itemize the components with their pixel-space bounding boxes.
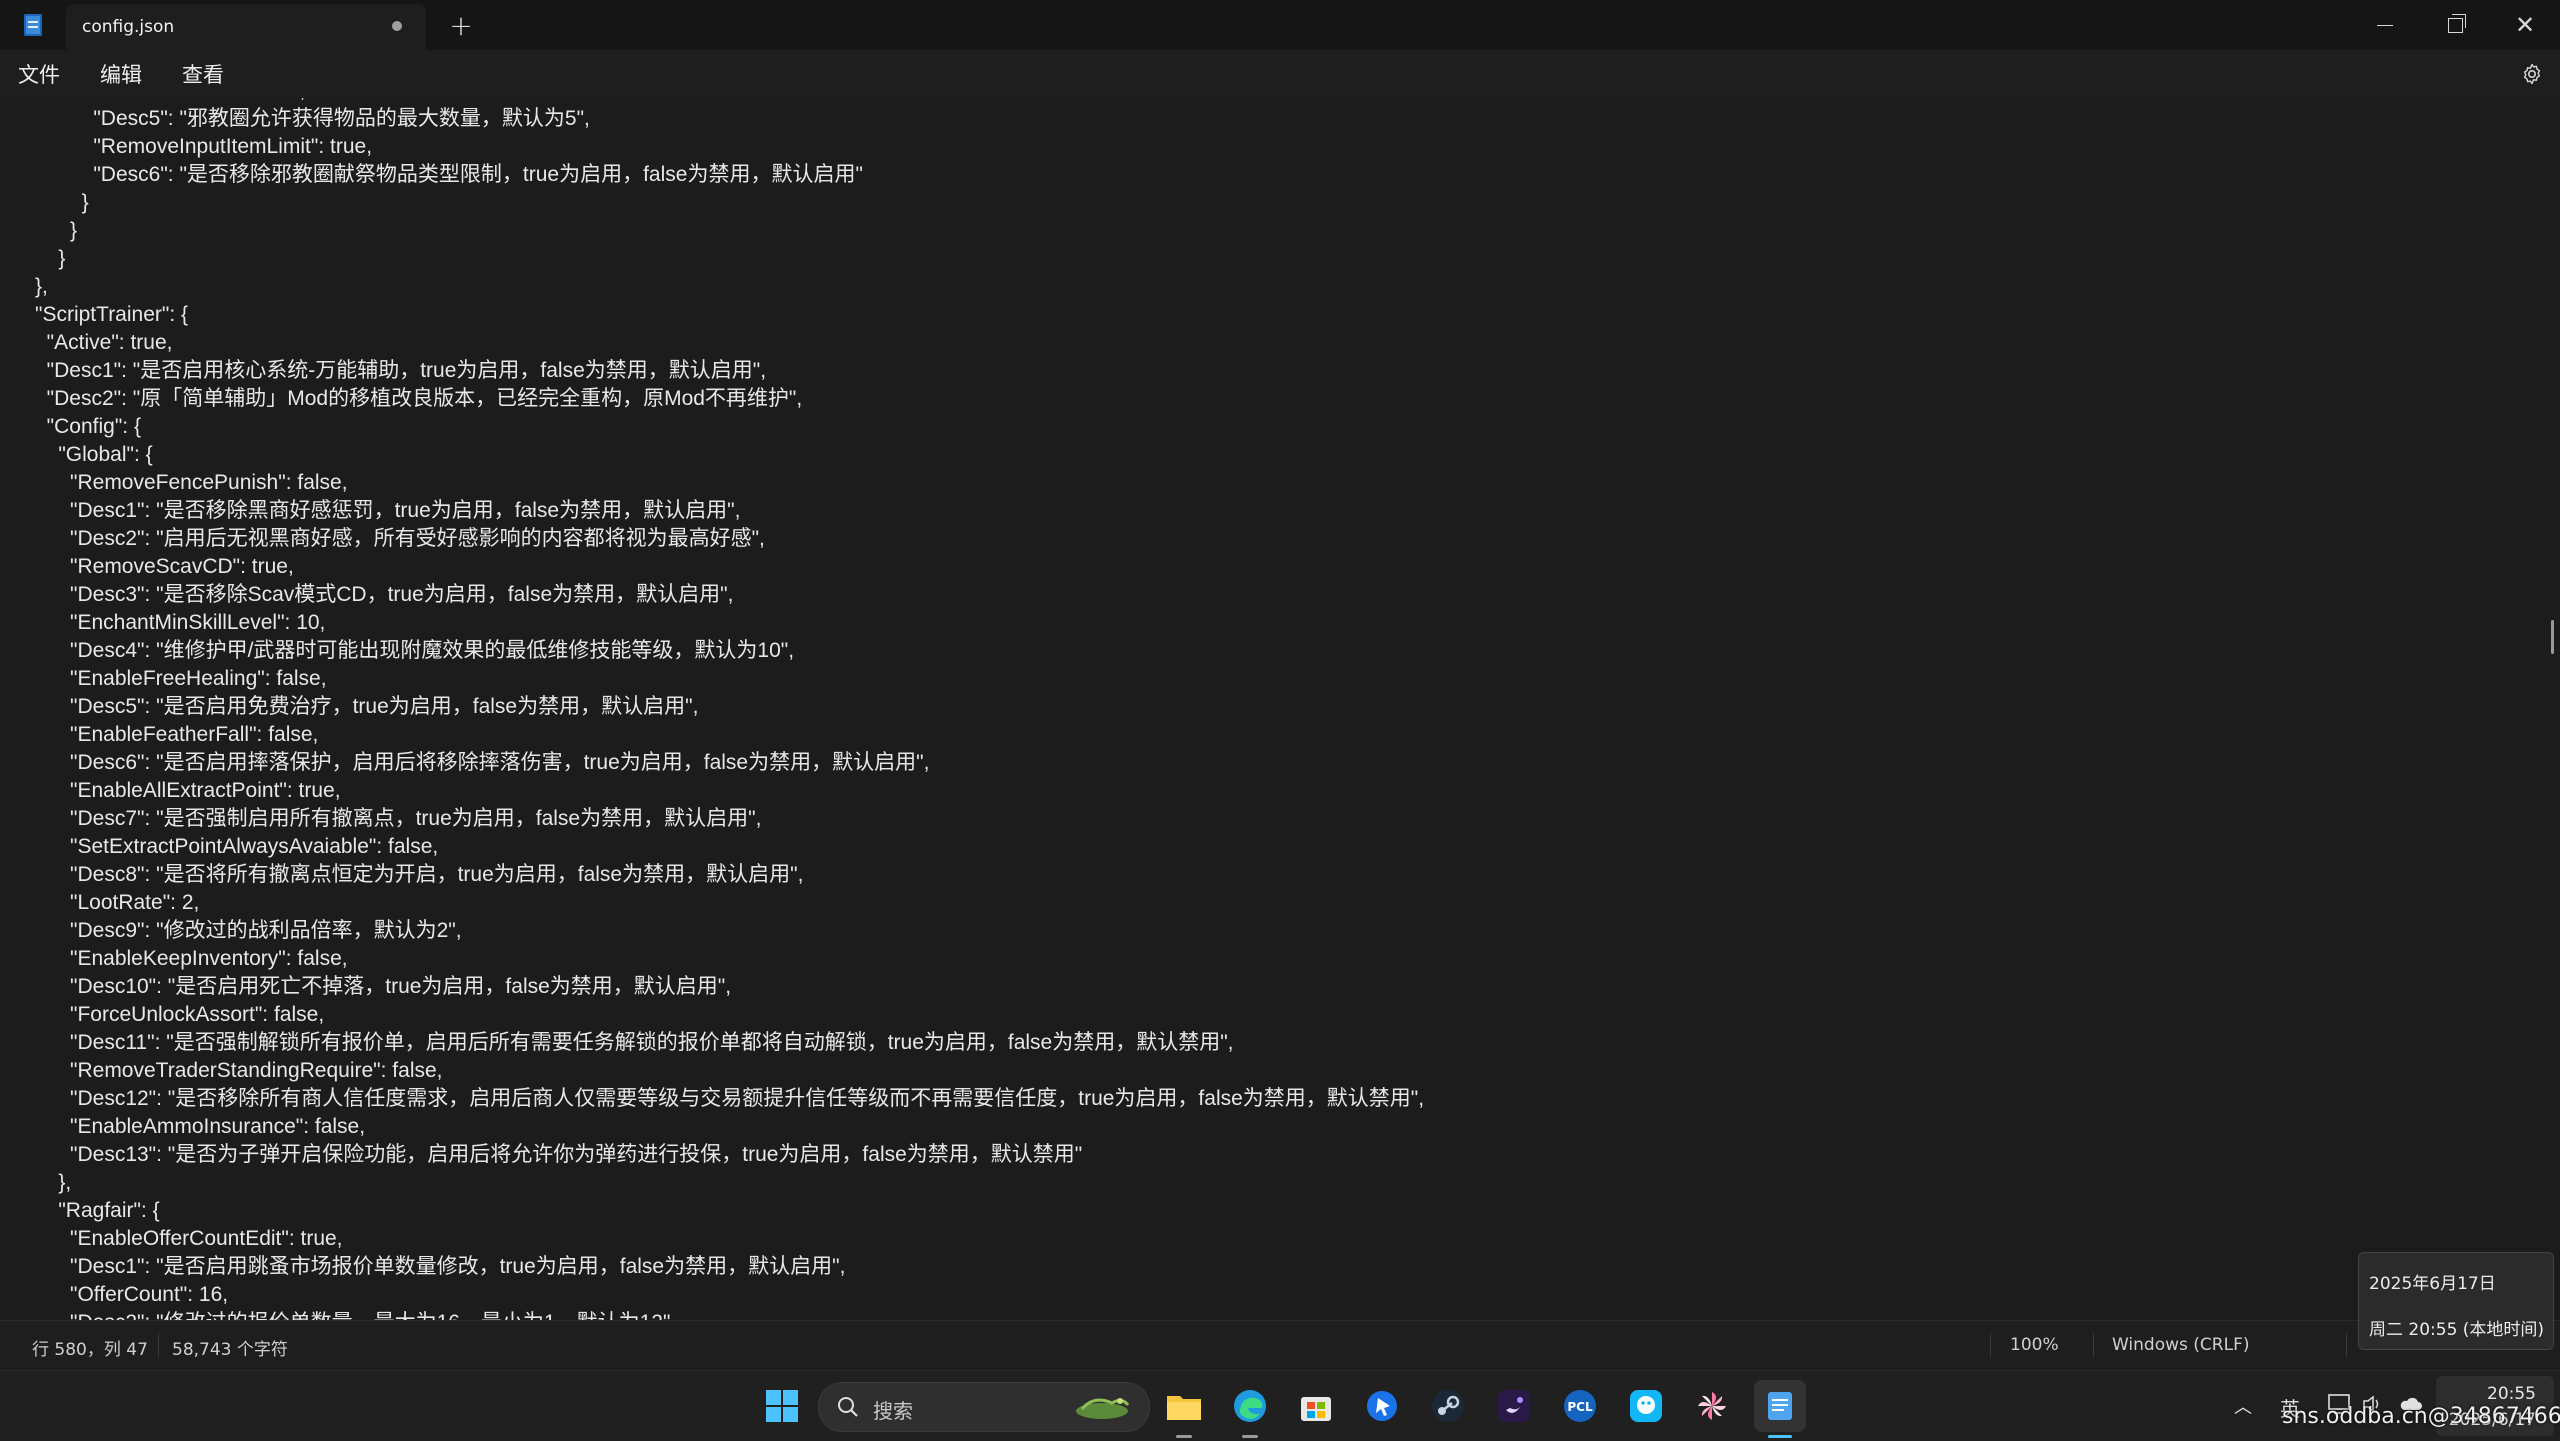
- code-line[interactable]: "Desc7": "是否强制启用所有撤离点，true为启用，false为禁用，默…: [0, 805, 1424, 833]
- code-line[interactable]: "SetExtractPointAlwaysAvaiable": false,: [0, 833, 1424, 861]
- code-content[interactable]: "MaxRewardCount": 0, "Desc5": "邪教圈允许获得物品…: [0, 98, 1424, 1320]
- code-line[interactable]: "Active": true,: [0, 329, 1424, 357]
- code-line[interactable]: "Desc1": "是否启用核心系统-万能辅助，true为启用，false为禁用…: [0, 357, 1424, 385]
- code-line[interactable]: "EnchantMinSkillLevel": 10,: [0, 609, 1424, 637]
- watermark-text: sns.oddba.cn@3486746613: [2282, 1404, 2560, 1429]
- title-bar: config.json + ✕: [0, 0, 2560, 50]
- minimize-button[interactable]: [2350, 0, 2420, 50]
- restore-button[interactable]: [2420, 0, 2490, 50]
- status-bar: 行 580，列 47 58,743 个字符 100% Windows (CRLF…: [0, 1320, 2560, 1371]
- code-line[interactable]: "Desc6": "是否启用摔落保护，启用后将移除摔落伤害，true为启用，fa…: [0, 749, 1424, 777]
- clock-time: 20:55: [2487, 1384, 2536, 1404]
- code-line[interactable]: "Desc10": "是否启用死亡不掉落，true为启用，false为禁用，默认…: [0, 973, 1424, 1001]
- code-line[interactable]: "Desc11": "是否强制解锁所有报价单，启用后所有需要任务解锁的报价单都将…: [0, 1029, 1424, 1057]
- code-line[interactable]: "EnableAllExtractPoint": true,: [0, 777, 1424, 805]
- search-placeholder: 搜索: [873, 1399, 913, 1423]
- code-line[interactable]: "Desc9": "修改过的战利品倍率，默认为2",: [0, 917, 1424, 945]
- code-line[interactable]: "RemoveTraderStandingRequire": false,: [0, 1057, 1424, 1085]
- menu-bar: 文件 编辑 查看: [0, 50, 2560, 98]
- code-line[interactable]: "Desc5": "邪教圈允许获得物品的最大数量，默认为5",: [0, 105, 1424, 133]
- search-highlight-icon: [1076, 1398, 1130, 1419]
- code-line[interactable]: "Desc1": "是否启用跳蚤市场报价单数量修改，true为启用，false为…: [0, 1253, 1424, 1281]
- code-line[interactable]: "Desc4": "维修护甲/武器时可能出现附魔效果的最低维修技能等级，默认为1…: [0, 637, 1424, 665]
- menu-edit[interactable]: 编辑: [80, 59, 162, 89]
- vertical-scrollbar[interactable]: [2551, 620, 2554, 654]
- notepad-icon: [0, 0, 66, 50]
- close-icon: ✕: [2514, 11, 2536, 39]
- code-line[interactable]: "Desc8": "是否将所有撤离点恒定为开启，true为启用，false为禁用…: [0, 861, 1424, 889]
- gear-icon[interactable]: [2520, 62, 2544, 86]
- code-line[interactable]: "MaxRewardCount": 0,: [0, 98, 1424, 105]
- taskbar-search[interactable]: 搜索: [818, 1382, 1150, 1432]
- code-line[interactable]: "LootRate": 2,: [0, 889, 1424, 917]
- code-line[interactable]: "Desc3": "是否移除Scav模式CD，true为启用，false为禁用，…: [0, 581, 1424, 609]
- store-icon[interactable]: [1296, 1386, 1336, 1426]
- pcl-icon[interactable]: PCL: [1560, 1386, 1600, 1426]
- zoom-level[interactable]: 100%: [2010, 1335, 2059, 1355]
- menu-file[interactable]: 文件: [0, 59, 80, 89]
- code-line[interactable]: "EnableKeepInventory": false,: [0, 945, 1424, 973]
- notepad-taskbar-icon[interactable]: [1754, 1380, 1806, 1432]
- pinwheel-icon[interactable]: [1692, 1386, 1732, 1426]
- code-line[interactable]: "EnableFeatherFall": false,: [0, 721, 1424, 749]
- new-tab-button[interactable]: +: [426, 0, 496, 50]
- start-icon[interactable]: [762, 1386, 802, 1426]
- code-line[interactable]: }: [0, 217, 1424, 245]
- code-line[interactable]: "Desc1": "是否移除黑商好感惩罚，true为启用，false为禁用，默认…: [0, 497, 1424, 525]
- code-line[interactable]: "EnableOfferCountEdit": true,: [0, 1225, 1424, 1253]
- code-line[interactable]: "Desc5": "是否启用免费治疗，true为启用，false为禁用，默认启用…: [0, 693, 1424, 721]
- cursor-position: 行 580，列 47: [32, 1340, 148, 1360]
- code-line[interactable]: },: [0, 273, 1424, 301]
- tab-title: config.json: [82, 17, 175, 37]
- search-icon: [838, 1397, 858, 1417]
- char-count: 58,743 个字符: [172, 1340, 288, 1360]
- code-line[interactable]: "EnableAmmoInsurance": false,: [0, 1113, 1424, 1141]
- chevron-up-icon[interactable]: ︿: [2234, 1393, 2252, 1419]
- code-line[interactable]: "Desc6": "是否移除邪教圈献祭物品类型限制，true为启用，false为…: [0, 161, 1424, 189]
- tooltip-date: 2025年6月17日: [2369, 1274, 2496, 1294]
- code-line[interactable]: "EnableFreeHealing": false,: [0, 665, 1424, 693]
- code-line[interactable]: "RemoveScavCD": true,: [0, 553, 1424, 581]
- code-line[interactable]: },: [0, 1169, 1424, 1197]
- code-line[interactable]: "Desc13": "是否为子弹开启保险功能，启用后将允许你为弹药进行投保，tr…: [0, 1141, 1424, 1169]
- qq-icon[interactable]: [1626, 1386, 1666, 1426]
- edge-icon[interactable]: [1230, 1386, 1270, 1426]
- code-line[interactable]: "RemoveInputItemLimit": true,: [0, 133, 1424, 161]
- launcher-icon[interactable]: [1494, 1386, 1534, 1426]
- clock-tooltip: 2025年6月17日 周二 20:55 (本地时间): [2358, 1252, 2554, 1350]
- code-line[interactable]: }: [0, 245, 1424, 273]
- close-button[interactable]: ✕: [2490, 0, 2560, 50]
- code-line[interactable]: "RemoveFencePunish": false,: [0, 469, 1424, 497]
- text-editor[interactable]: "MaxRewardCount": 0, "Desc5": "邪教圈允许获得物品…: [0, 98, 2560, 1320]
- code-line[interactable]: "Desc2": "原「简单辅助」Mod的移植改良版本，已经完全重构，原Mod不…: [0, 385, 1424, 413]
- code-line[interactable]: "ForceUnlockAssort": false,: [0, 1001, 1424, 1029]
- file-explorer-icon[interactable]: [1164, 1386, 1204, 1426]
- menu-view[interactable]: 查看: [162, 59, 244, 89]
- pin-app-icon[interactable]: [1362, 1386, 1402, 1426]
- minimize-icon: [2377, 24, 2393, 26]
- code-line[interactable]: "Config": {: [0, 413, 1424, 441]
- code-line[interactable]: "OfferCount": 16,: [0, 1281, 1424, 1309]
- code-line[interactable]: "Desc2": "修改过的报价单数量，最大为16，最小为1，默认为12",: [0, 1309, 1424, 1320]
- steam-icon[interactable]: [1428, 1386, 1468, 1426]
- code-line[interactable]: "Global": {: [0, 441, 1424, 469]
- line-ending[interactable]: Windows (CRLF): [2112, 1335, 2250, 1355]
- code-line[interactable]: "Desc2": "启用后无视黑商好感，所有受好感影响的内容都将视为最高好感",: [0, 525, 1424, 553]
- tooltip-time: 周二 20:55 (本地时间): [2369, 1320, 2545, 1340]
- code-line[interactable]: }: [0, 189, 1424, 217]
- svg-text:PCL: PCL: [1567, 1400, 1593, 1414]
- code-line[interactable]: "Ragfair": {: [0, 1197, 1424, 1225]
- code-line[interactable]: "ScriptTrainer": {: [0, 301, 1424, 329]
- code-line[interactable]: "Desc12": "是否移除所有商人信任度需求，启用后商人仅需要等级与交易额提…: [0, 1085, 1424, 1113]
- taskbar: 搜索 PCL ︿ 英 20:55 2025/6/17: [0, 1370, 2560, 1441]
- unsaved-dot-icon[interactable]: [392, 21, 402, 31]
- restore-icon: [2447, 13, 2466, 33]
- tab-config-json[interactable]: config.json: [66, 4, 426, 50]
